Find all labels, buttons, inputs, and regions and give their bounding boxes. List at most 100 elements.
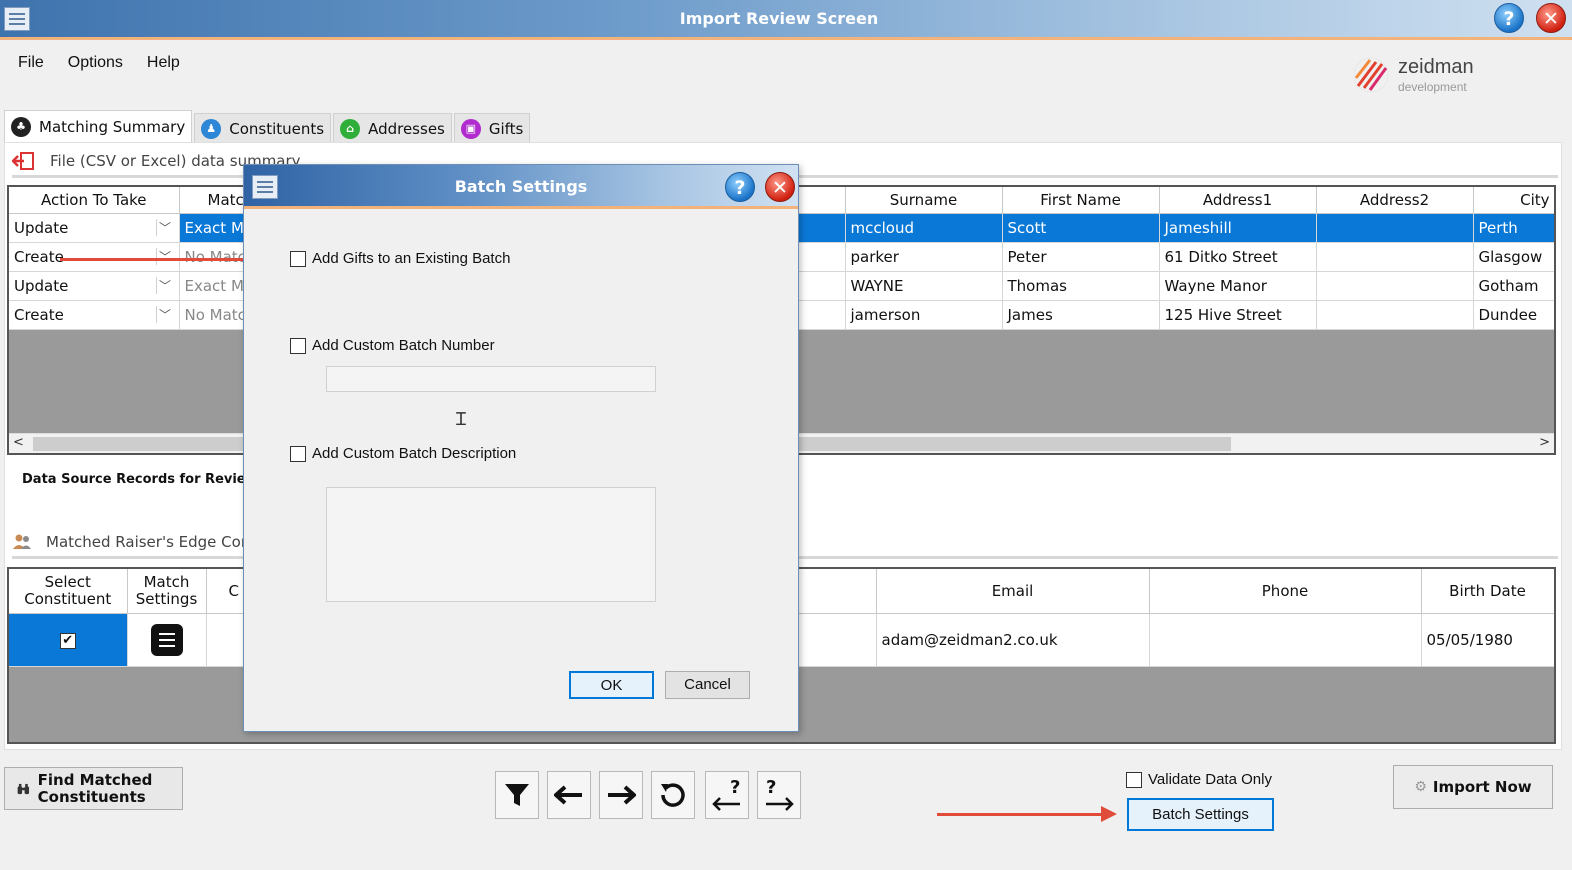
next-unmatched-button[interactable]: ? <box>757 771 801 819</box>
existing-batch-checkbox[interactable] <box>290 250 306 267</box>
zeidman-logo-mark-icon <box>1353 57 1389 93</box>
col-email[interactable]: Email <box>876 569 1150 614</box>
cancel-button[interactable]: Cancel <box>665 671 750 699</box>
col-match[interactable]: Matc <box>179 187 246 214</box>
action-combo[interactable]: Update ﹀ <box>9 213 180 243</box>
first-name-cell: James <box>1002 300 1160 330</box>
find-matched-button[interactable]: Find Matched Constituents <box>4 767 183 810</box>
text-cursor-icon: Ɪ <box>456 409 467 430</box>
chevron-down-icon[interactable]: ﹀ <box>155 219 174 236</box>
people-icon: ♣ <box>11 117 31 137</box>
address2-cell <box>1316 242 1474 272</box>
col-first-name[interactable]: First Name <box>1002 187 1160 214</box>
col-birth-date[interactable]: Birth Date <box>1421 569 1554 614</box>
import-icon: ⚙ <box>1414 779 1427 795</box>
address1-cell: Wayne Manor <box>1159 271 1317 301</box>
action-combo[interactable]: Create ﹀ <box>9 300 180 330</box>
address2-cell <box>1316 271 1474 301</box>
arrow-right-icon <box>608 785 636 805</box>
col-match-settings[interactable]: Match Settings <box>127 569 207 614</box>
svg-text:?: ? <box>766 778 776 798</box>
scroll-right-icon[interactable]: > <box>1539 435 1550 450</box>
next-button[interactable] <box>599 771 643 819</box>
find-matched-label: Find Matched Constituents <box>37 770 153 806</box>
validate-only-label[interactable]: Validate Data Only <box>1148 771 1272 788</box>
action-combo[interactable]: Create ﹀ <box>9 242 180 272</box>
close-icon[interactable]: ✕ <box>1536 3 1566 33</box>
file-import-icon <box>12 152 34 170</box>
first-name-cell: Thomas <box>1002 271 1160 301</box>
custom-number-row: Add Custom Batch Number <box>290 337 495 354</box>
custom-description-label[interactable]: Add Custom Batch Description <box>312 445 516 462</box>
refresh-button[interactable] <box>651 771 695 819</box>
tab-gifts[interactable]: ▣ Gifts <box>453 113 531 143</box>
data-source-label: Data Source Records for Review : <box>22 472 268 487</box>
col-action[interactable]: Action To Take <box>9 187 180 214</box>
batch-settings-button[interactable]: Batch Settings <box>1127 798 1274 831</box>
dialog-title-bar: Batch Settings ? ✕ <box>244 165 798 209</box>
surname-cell: WAYNE <box>845 271 1003 301</box>
custom-description-row: Add Custom Batch Description <box>290 445 516 462</box>
surname-cell: parker <box>845 242 1003 272</box>
col-select-constituent[interactable]: Select Constituent <box>9 569 128 614</box>
previous-unmatched-button[interactable]: ? <box>705 771 749 819</box>
action-combo[interactable]: Update ﹀ <box>9 271 180 301</box>
menu-help[interactable]: Help <box>147 54 180 72</box>
custom-description-textarea[interactable] <box>326 487 656 602</box>
col-address1[interactable]: Address1 <box>1159 187 1317 214</box>
match-cell: No Matc <box>179 242 246 272</box>
help-icon[interactable]: ? <box>1494 3 1524 33</box>
tab-constituents[interactable]: ♟ Constituents <box>194 113 332 143</box>
matched-header: Matched Raiser's Edge Cor <box>12 529 247 555</box>
address1-cell: 125 Hive Street <box>1159 300 1317 330</box>
menu-file[interactable]: File <box>18 54 44 72</box>
col-address2[interactable]: Address2 <box>1316 187 1474 214</box>
window-title-bar: Import Review Screen ? ✕ <box>0 0 1572 40</box>
zeidman-logo: zeidman development <box>1352 56 1502 96</box>
matched-label: Matched Raiser's Edge Cor <box>46 533 247 551</box>
logo-name: zeidman <box>1398 56 1474 78</box>
sliders-icon[interactable] <box>150 623 183 656</box>
home-icon: ⌂ <box>340 118 361 139</box>
match-cell: No Matc <box>179 300 246 330</box>
scroll-left-icon[interactable]: < <box>13 435 24 450</box>
annotation-arrow <box>60 251 284 267</box>
tab-addresses[interactable]: ⌂ Addresses <box>333 113 452 143</box>
checkmark-icon[interactable]: ✔ <box>59 633 76 649</box>
filter-button[interactable] <box>495 771 539 819</box>
match-cell: Exact M <box>179 213 246 243</box>
menu-options[interactable]: Options <box>68 54 123 72</box>
tab-label: Matching Summary <box>39 118 186 136</box>
surname-cell: mccloud <box>845 213 1003 243</box>
address2-cell <box>1316 213 1474 243</box>
question-arrow-right-icon: ? <box>766 778 794 811</box>
birth-date-cell: 05/05/1980 <box>1421 613 1554 667</box>
col-surname[interactable]: Surname <box>845 187 1003 214</box>
col-city[interactable]: City <box>1473 187 1554 214</box>
existing-batch-row: Add Gifts to an Existing Batch <box>290 250 510 267</box>
chevron-down-icon[interactable]: ﹀ <box>155 277 174 294</box>
validate-only-checkbox[interactable] <box>1126 771 1142 788</box>
match-settings-button[interactable] <box>127 613 207 667</box>
tab-matching-summary[interactable]: ♣ Matching Summary <box>4 110 193 143</box>
address1-cell: Jameshill <box>1159 213 1317 243</box>
previous-button[interactable] <box>547 771 591 819</box>
binoculars-icon <box>17 783 30 794</box>
custom-number-checkbox[interactable] <box>290 337 306 354</box>
custom-number-label[interactable]: Add Custom Batch Number <box>312 337 495 354</box>
annotation-arrow <box>937 806 1117 822</box>
funnel-icon <box>505 784 529 806</box>
col-phone[interactable]: Phone <box>1149 569 1422 614</box>
ok-button[interactable]: OK <box>569 671 654 699</box>
dialog-close-icon[interactable]: ✕ <box>765 172 795 202</box>
custom-number-input[interactable] <box>326 366 656 392</box>
chevron-down-icon[interactable]: ﹀ <box>155 248 174 265</box>
dialog-help-icon[interactable]: ? <box>725 172 755 202</box>
chevron-down-icon[interactable]: ﹀ <box>155 306 174 323</box>
tab-label: Constituents <box>229 119 325 138</box>
select-checkbox[interactable]: ✔ <box>9 613 128 667</box>
import-now-button[interactable]: ⚙ Import Now <box>1393 765 1553 809</box>
existing-batch-label[interactable]: Add Gifts to an Existing Batch <box>312 250 510 267</box>
custom-description-checkbox[interactable] <box>290 445 306 462</box>
email-cell: adam@zeidman2.co.uk <box>876 613 1150 667</box>
